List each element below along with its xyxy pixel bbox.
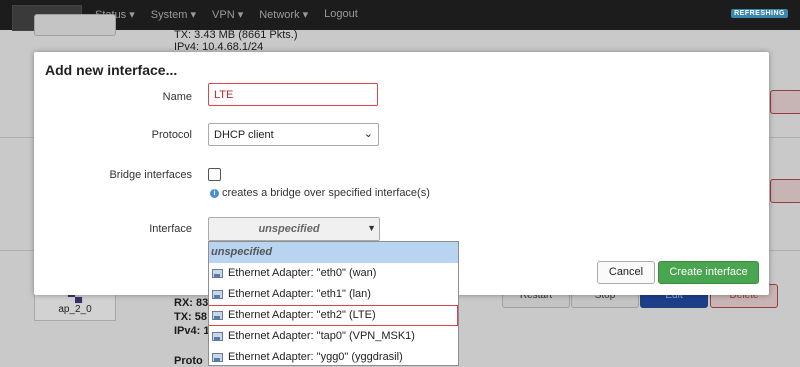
bg-delete-button[interactable] [770, 90, 800, 114]
top-navbar: Status ▾ System ▾ VPN ▾ Network ▾ Logout… [0, 0, 800, 31]
dropdown-option-unspecified[interactable]: unspecified [209, 242, 458, 263]
network-adapter-icon [211, 331, 224, 342]
nav-network[interactable]: Network ▾ [259, 8, 308, 21]
option-label: Ethernet Adapter: "tap0" (VPN_MSK1) [228, 330, 415, 342]
network-adapter-icon [211, 310, 224, 321]
chevron-down-icon: ⌄ [363, 128, 373, 140]
nav-system[interactable]: System ▾ [151, 8, 196, 21]
option-label: Ethernet Adapter: "ygg0" (yggdrasil) [228, 351, 403, 363]
network-adapter-icon [211, 289, 224, 300]
bridge-hint-text: creates a bridge over specified interfac… [222, 187, 430, 199]
protocol-value: DHCP client [214, 129, 274, 141]
bg-interface-name: ap_2_0 [58, 304, 92, 315]
main-nav: Status ▾ System ▾ VPN ▾ Network ▾ Logout [95, 8, 374, 21]
interface-value: unspecified [258, 223, 320, 235]
bg-delete-button[interactable] [770, 179, 800, 203]
bg-rx: RX: 83 [174, 297, 209, 309]
nav-vpn[interactable]: VPN ▾ [212, 8, 243, 21]
dropdown-option-eth2[interactable]: Ethernet Adapter: "eth2" (LTE) [209, 305, 458, 326]
create-interface-button[interactable]: Create interface [658, 261, 759, 284]
refresh-indicator[interactable]: REFRESHING [731, 9, 788, 18]
dropdown-option-eth0[interactable]: Ethernet Adapter: "eth0" (wan) [209, 263, 458, 284]
dropdown-option-ygg0[interactable]: Ethernet Adapter: "ygg0" (yggdrasil) [209, 347, 458, 365]
info-icon: i [210, 188, 219, 198]
dropdown-option-eth1[interactable]: Ethernet Adapter: "eth1" (lan) [209, 284, 458, 305]
interface-label: Interface [149, 223, 192, 235]
protocol-label: Protocol [151, 129, 192, 141]
name-input[interactable] [208, 83, 378, 106]
bg-interface-box-top [34, 14, 116, 36]
bg-ipv4: IPv4: 1 [174, 325, 210, 337]
dropdown-option-tap0[interactable]: Ethernet Adapter: "tap0" (VPN_MSK1) [209, 326, 458, 347]
option-label: Ethernet Adapter: "eth2" (LTE) [228, 309, 376, 321]
bridge-hint: i creates a bridge over specified interfa… [210, 187, 430, 199]
option-label: Ethernet Adapter: "eth1" (lan) [228, 288, 371, 300]
bg-proto: Proto [174, 355, 203, 367]
interface-dropdown-list[interactable]: unspecified Ethernet Adapter: "eth0" (wa… [208, 241, 459, 366]
dialog-title: Add new interface... [45, 62, 178, 78]
interface-select[interactable]: unspecified ▼ [208, 217, 380, 241]
bg-tx: TX: 58 [174, 311, 208, 323]
chevron-down-icon: ▼ [367, 223, 376, 233]
protocol-select[interactable]: DHCP client ⌄ [208, 123, 379, 146]
network-adapter-icon [211, 352, 224, 363]
option-label: Ethernet Adapter: "eth0" (wan) [228, 267, 377, 279]
nav-logout[interactable]: Logout [324, 8, 358, 21]
cancel-button[interactable]: Cancel [597, 261, 655, 284]
name-label: Name [162, 91, 192, 103]
bridge-checkbox[interactable] [208, 168, 221, 181]
network-adapter-icon [211, 268, 224, 279]
bridge-label: Bridge interfaces [109, 169, 192, 181]
bg-tx-top: TX: 3.43 MB (8661 Pkts.) [174, 29, 298, 41]
